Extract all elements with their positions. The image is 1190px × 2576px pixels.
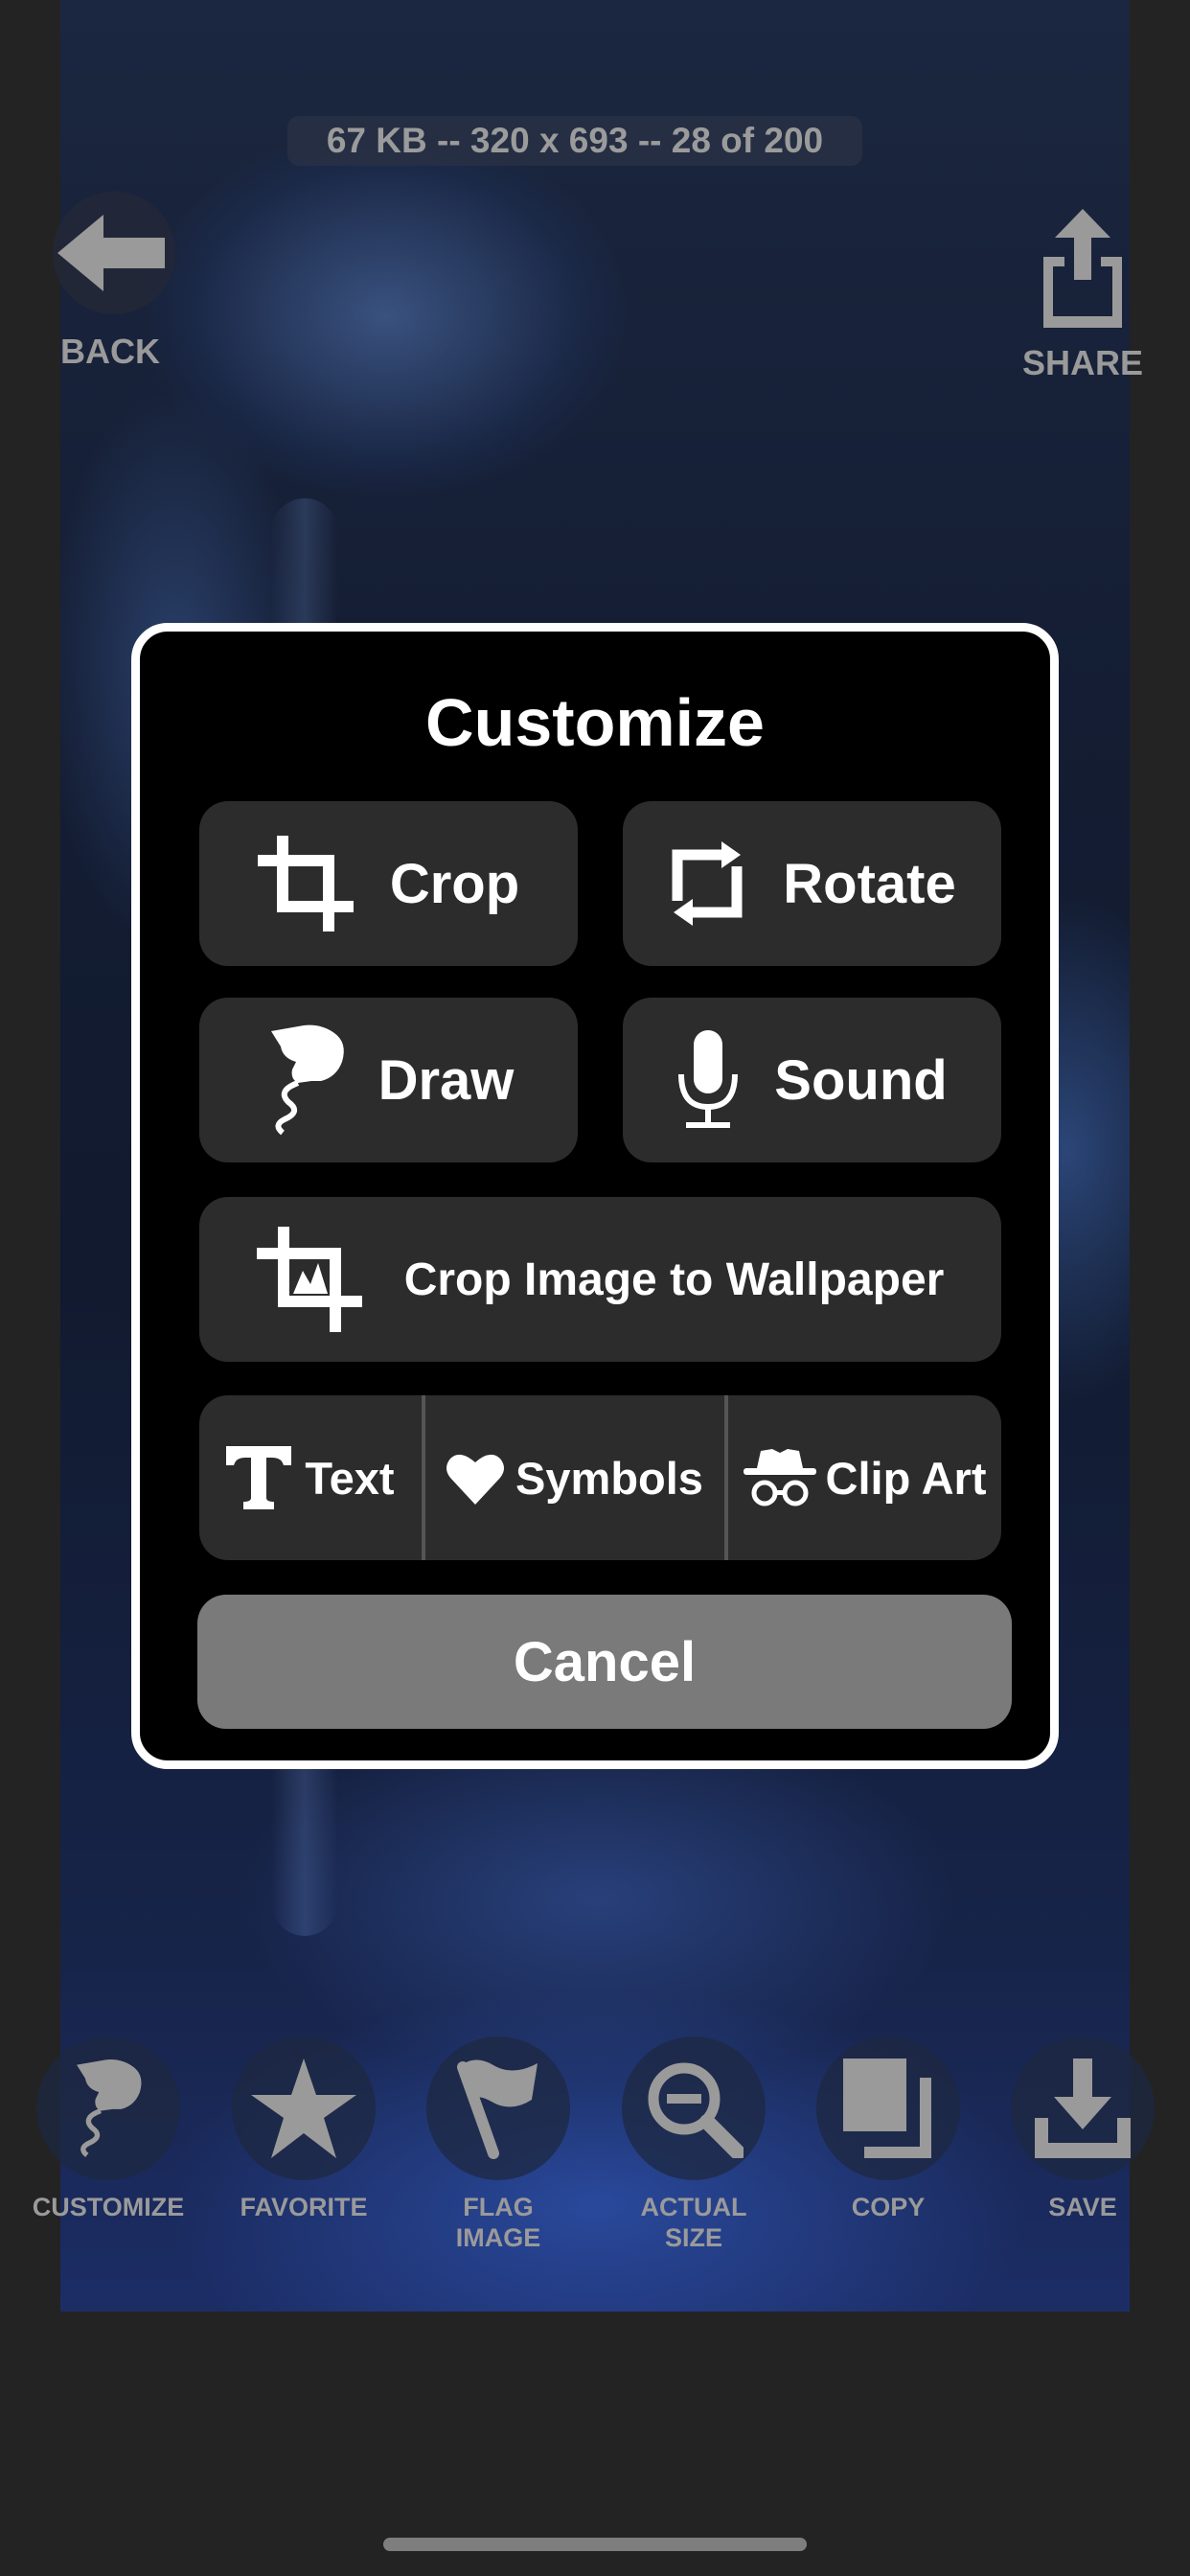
share-button[interactable]: SHARE: [1006, 201, 1159, 383]
symbols-button[interactable]: Symbols: [422, 1395, 724, 1560]
customize-button[interactable]: CUSTOMIZE: [12, 2036, 204, 2222]
crop-label: Crop: [389, 852, 520, 915]
share-label: SHARE: [1021, 343, 1144, 382]
spy-icon: [743, 1449, 816, 1506]
arrow-left-icon: [53, 192, 175, 314]
flag-label-line2: IMAGE: [455, 2223, 541, 2252]
sound-label: Sound: [774, 1048, 948, 1112]
image-info-label: 67 KB -- 320 x 693 -- 28 of 200: [287, 116, 862, 166]
draw-label: Draw: [378, 1048, 515, 1112]
actual-size-button[interactable]: ACTUAL SIZE: [598, 2036, 790, 2253]
customize-dialog: Customize Crop Rotate Draw Sound Crop Im…: [131, 623, 1059, 1769]
cancel-button[interactable]: Cancel: [197, 1595, 1012, 1729]
rotate-button[interactable]: Rotate: [623, 801, 1001, 966]
crop-to-wallpaper-button[interactable]: Crop Image to Wallpaper: [199, 1197, 1001, 1362]
star-icon: [232, 2036, 376, 2180]
save-label: SAVE: [1048, 2193, 1117, 2221]
favorite-button[interactable]: FAVORITE: [208, 2036, 400, 2222]
rotate-icon: [672, 841, 743, 926]
symbols-label: Symbols: [515, 1452, 703, 1504]
text-t-icon: [226, 1446, 292, 1509]
copy-label: COPY: [851, 2193, 926, 2221]
clip-art-label: Clip Art: [825, 1452, 987, 1504]
draw-hand-icon: [36, 2036, 180, 2180]
home-indicator[interactable]: [383, 2538, 807, 2551]
save-button[interactable]: SAVE: [987, 2036, 1179, 2222]
screen: 67 KB -- 320 x 693 -- 28 of 200 BACK SHA…: [0, 0, 1190, 2576]
crop-wallpaper-icon: [256, 1227, 362, 1332]
favorite-label: FAVORITE: [240, 2193, 368, 2221]
zoom-out-icon: [622, 2036, 766, 2180]
flag-image-button[interactable]: FLAG IMAGE: [402, 2036, 594, 2253]
dialog-title: Customize: [425, 685, 765, 760]
microphone-icon: [678, 1030, 739, 1128]
sound-button[interactable]: Sound: [623, 998, 1001, 1162]
share-icon: [1021, 201, 1144, 335]
draw-button[interactable]: Draw: [199, 998, 578, 1162]
text-button[interactable]: Text: [199, 1395, 422, 1560]
flag-icon: [426, 2036, 570, 2180]
crop-icon: [257, 836, 354, 932]
flag-label-line1: FLAG: [463, 2193, 534, 2221]
heart-icon: [446, 1454, 505, 1505]
add-overlay-group: Text Symbols Clip Art: [199, 1395, 1001, 1560]
crop-to-wallpaper-label: Crop Image to Wallpaper: [403, 1254, 945, 1305]
copy-icon: [816, 2036, 960, 2180]
back-label: BACK: [60, 332, 160, 371]
actual-size-label-line1: ACTUAL: [640, 2193, 747, 2221]
text-label: Text: [305, 1452, 395, 1504]
back-button[interactable]: BACK: [38, 192, 182, 372]
rotate-label: Rotate: [783, 852, 956, 915]
actual-size-label-line2: SIZE: [664, 2223, 722, 2252]
customize-label: CUSTOMIZE: [32, 2193, 185, 2221]
draw-hand-icon: [270, 1024, 344, 1136]
download-icon: [1011, 2036, 1155, 2180]
copy-button[interactable]: COPY: [792, 2036, 984, 2222]
clip-art-button[interactable]: Clip Art: [724, 1395, 1001, 1560]
crop-button[interactable]: Crop: [199, 801, 578, 966]
